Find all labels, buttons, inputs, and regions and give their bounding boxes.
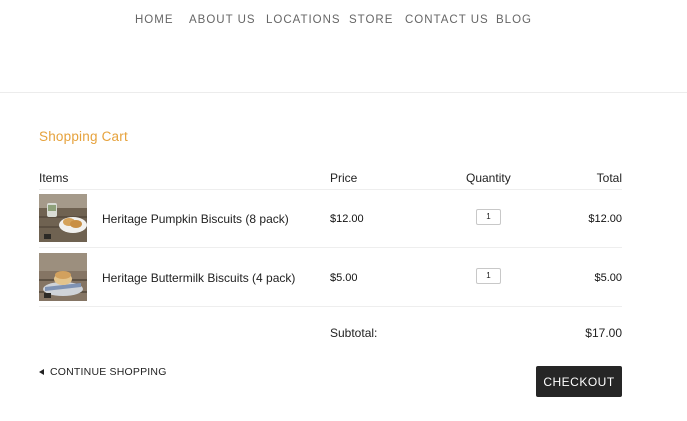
quantity-input[interactable]: 1 (476, 209, 501, 225)
nav-store[interactable]: STORE (349, 14, 393, 26)
nav-home[interactable]: HOME (135, 14, 174, 26)
row-divider (39, 247, 622, 248)
buttermilk-biscuits-photo[interactable] (39, 253, 87, 301)
item-name[interactable]: Heritage Pumpkin Biscuits (8 pack) (102, 212, 289, 226)
nav-contact-us[interactable]: CONTACT US (405, 14, 489, 26)
item-name[interactable]: Heritage Buttermilk Biscuits (4 pack) (102, 271, 295, 285)
continue-shopping-label: CONTINUE SHOPPING (50, 366, 167, 378)
row-divider (39, 306, 622, 307)
subtotal-label: Subtotal: (330, 326, 378, 340)
header-total: Total (596, 171, 622, 185)
item-total: $5.00 (594, 272, 622, 284)
subtotal-value: $17.00 (585, 326, 622, 340)
continue-shopping-link[interactable]: CONTINUE SHOPPING (39, 366, 167, 378)
checkout-button[interactable]: CHECKOUT (536, 366, 622, 397)
nav-locations[interactable]: LOCATIONS (266, 14, 341, 26)
page-title: Shopping Cart (39, 129, 128, 144)
header-price: Price (330, 171, 358, 185)
nav-blog[interactable]: BLOG (496, 14, 532, 26)
header-items: Items (39, 171, 69, 185)
item-price: $12.00 (330, 213, 364, 225)
item-price: $5.00 (330, 272, 358, 284)
header-quantity: Quantity (466, 171, 511, 185)
row-divider (39, 189, 622, 190)
pumpkin-biscuits-photo[interactable] (39, 194, 87, 242)
quantity-input[interactable]: 1 (476, 268, 501, 284)
item-total: $12.00 (588, 213, 622, 225)
header-divider (0, 92, 687, 93)
caret-left-icon (39, 369, 44, 375)
nav-about-us[interactable]: ABOUT US (189, 14, 256, 26)
